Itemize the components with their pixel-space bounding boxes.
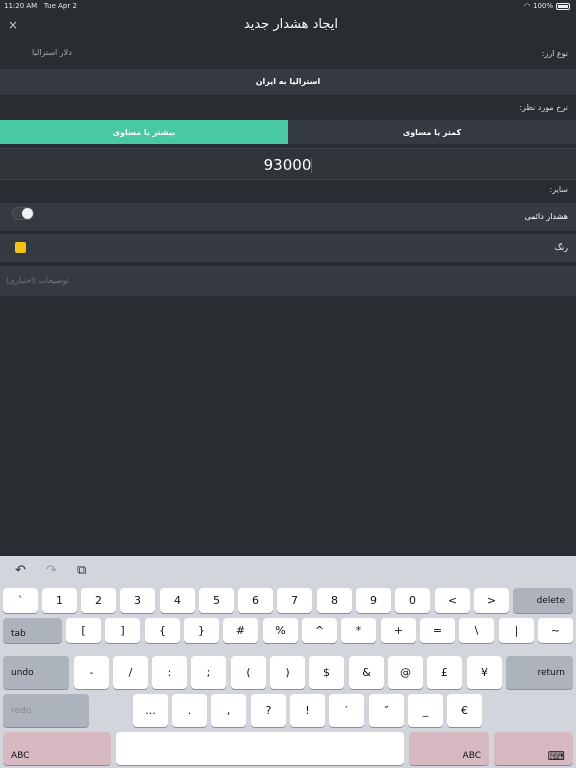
close-icon[interactable]: × xyxy=(8,18,18,32)
segment-greater-equal[interactable]: بیشتر یا مساوی xyxy=(0,120,288,144)
key-undo[interactable]: undo xyxy=(3,656,69,689)
key-0[interactable]: 0 xyxy=(395,588,430,613)
key-delete[interactable]: delete xyxy=(513,588,573,613)
key-slash[interactable]: / xyxy=(113,656,148,689)
nav-bar: × ایجاد هشدار جدید xyxy=(0,12,576,42)
text-caret xyxy=(311,158,313,173)
battery-icon xyxy=(556,2,570,10)
key-2[interactable]: 2 xyxy=(81,588,116,613)
key-less-than[interactable]: < xyxy=(435,588,470,613)
key-pound[interactable]: £ xyxy=(427,656,462,689)
key-4[interactable]: 4 xyxy=(160,588,195,613)
key-5[interactable]: 5 xyxy=(199,588,234,613)
key-8[interactable]: 8 xyxy=(317,588,352,613)
key-1[interactable]: 1 xyxy=(42,588,77,613)
key-prime[interactable]: ′ xyxy=(329,694,364,727)
segment-greater-equal-label: بیشتر یا مساوی xyxy=(112,127,176,137)
description-input[interactable] xyxy=(6,276,406,285)
undo-icon[interactable]: ↶ xyxy=(15,563,26,578)
key-euro[interactable]: € xyxy=(447,694,482,727)
other-label: سایر: xyxy=(549,185,568,194)
paste-icon[interactable]: ⧉ xyxy=(77,563,86,578)
permanent-alert-label: هشدار دائمی xyxy=(524,212,569,221)
key-yen[interactable]: ¥ xyxy=(467,656,502,689)
permanent-alert-row: هشدار دائمی xyxy=(0,203,576,231)
key-period[interactable]: . xyxy=(172,694,207,727)
key-6[interactable]: 6 xyxy=(238,588,273,613)
key-close-paren[interactable]: ) xyxy=(270,656,305,689)
key-7[interactable]: 7 xyxy=(277,588,312,613)
key-9[interactable]: 9 xyxy=(356,588,391,613)
key-exclamation[interactable]: ! xyxy=(290,694,325,727)
key-hash[interactable]: # xyxy=(223,618,258,643)
rate-amount-input[interactable]: 93000 xyxy=(0,148,576,180)
key-open-brace[interactable]: { xyxy=(145,618,180,643)
battery-percent: 100% xyxy=(532,2,553,10)
color-label: رنگ xyxy=(554,243,568,252)
description-row xyxy=(0,266,576,296)
key-backslash[interactable]: \ xyxy=(459,618,494,643)
key-question[interactable]: ? xyxy=(251,694,286,727)
key-comma[interactable]: , xyxy=(211,694,246,727)
key-open-bracket[interactable]: [ xyxy=(66,618,101,643)
keyboard-toolbar: ↶ ↷ ⧉ xyxy=(0,556,576,584)
key-backtick[interactable]: ` xyxy=(3,588,38,613)
keyboard-dismiss-icon[interactable]: ⌨ xyxy=(494,732,573,765)
key-at[interactable]: @ xyxy=(388,656,423,689)
status-bar: 11:20 AM Tue Apr 2 ◠ 100% xyxy=(0,0,576,12)
currency-label: نوع ارز: xyxy=(541,49,568,58)
key-space[interactable] xyxy=(116,732,404,765)
key-open-paren[interactable]: ( xyxy=(231,656,266,689)
color-swatch[interactable] xyxy=(15,242,26,253)
page-title: ایجاد هشدار جدید xyxy=(243,17,338,32)
key-tab[interactable]: tab xyxy=(3,618,62,643)
key-close-brace[interactable]: } xyxy=(184,618,219,643)
key-tilde[interactable]: ~ xyxy=(538,618,573,643)
key-hyphen[interactable]: - xyxy=(74,656,109,689)
segment-less-equal-label: کمتر یا مساوی xyxy=(402,127,462,137)
key-redo[interactable]: redo xyxy=(3,694,89,727)
key-return[interactable]: return xyxy=(506,656,573,689)
key-abc-right[interactable]: ABC xyxy=(409,732,489,765)
rate-amount-value: 93000 xyxy=(263,156,312,174)
currency-value: دلار استرالیا xyxy=(32,48,72,57)
key-ampersand[interactable]: & xyxy=(349,656,384,689)
rate-label: نرخ مورد نظر: xyxy=(519,103,568,112)
status-time: 11:20 AM Tue Apr 2 xyxy=(4,2,77,10)
key-semicolon[interactable]: ; xyxy=(191,656,226,689)
key-equals[interactable]: = xyxy=(420,618,455,643)
key-pipe[interactable]: | xyxy=(499,618,534,643)
key-ellipsis[interactable]: ... xyxy=(133,694,168,727)
permanent-alert-toggle[interactable] xyxy=(12,207,34,220)
key-colon[interactable]: : xyxy=(152,656,187,689)
currency-pair-label: استرالیا به ایران xyxy=(255,77,321,86)
key-plus[interactable]: + xyxy=(381,618,416,643)
key-abc-left[interactable]: ABC xyxy=(3,732,111,765)
key-caret[interactable]: ^ xyxy=(302,618,337,643)
key-dollar[interactable]: $ xyxy=(309,656,344,689)
key-asterisk[interactable]: * xyxy=(341,618,376,643)
key-3[interactable]: 3 xyxy=(120,588,155,613)
key-percent[interactable]: % xyxy=(263,618,298,643)
key-double-prime[interactable]: ″ xyxy=(369,694,404,727)
currency-pair-selector[interactable]: استرالیا به ایران xyxy=(0,69,576,95)
keyboard: ↶ ↷ ⧉ ` 1 2 3 4 5 6 7 8 9 0 < > delete t… xyxy=(0,556,576,768)
key-close-bracket[interactable]: ] xyxy=(105,618,140,643)
status-right: ◠ 100% xyxy=(524,2,570,10)
key-greater-than[interactable]: > xyxy=(474,588,509,613)
toggle-knob xyxy=(22,208,33,219)
segment-less-equal[interactable]: کمتر یا مساوی xyxy=(288,120,576,144)
redo-icon[interactable]: ↷ xyxy=(46,563,57,578)
wifi-icon: ◠ xyxy=(523,2,530,10)
key-underscore[interactable]: _ xyxy=(408,694,443,727)
color-row[interactable]: رنگ xyxy=(0,234,576,262)
